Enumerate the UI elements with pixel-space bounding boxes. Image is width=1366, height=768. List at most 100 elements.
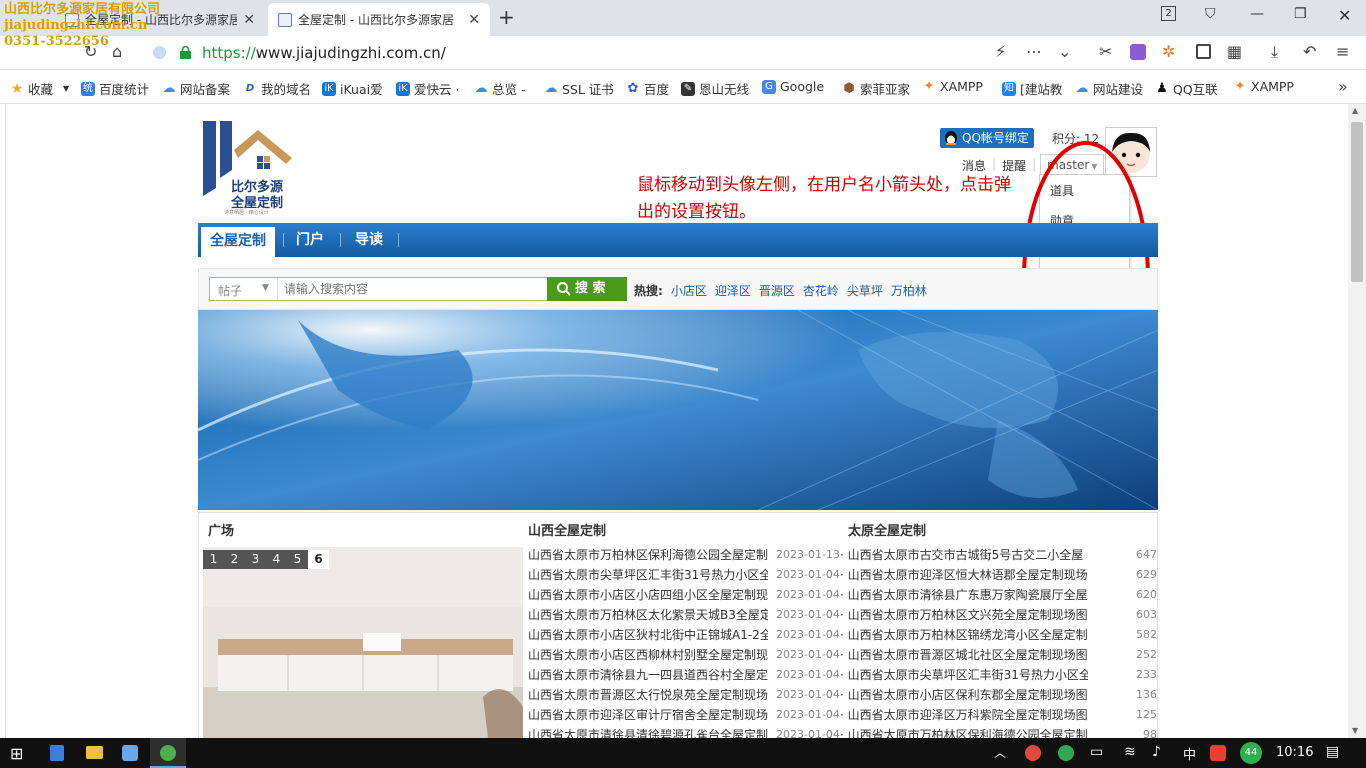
article-title-link[interactable]: 山西省太原市迎泽区审计厅宿舍全屋定制现场 (528, 705, 768, 725)
slideshow[interactable] (203, 547, 523, 738)
volume-icon[interactable]: ♪ (1152, 744, 1161, 760)
search-input[interactable] (277, 278, 545, 300)
username-dropdown-trigger[interactable]: master ▼ (1040, 154, 1105, 174)
site-logo[interactable]: 比尔多源 全屋定制 诗意栖居 · 精心设计 (200, 118, 300, 218)
list-item[interactable]: · 山西省太原市古交市古城街5号古交二小全屋 647 (840, 545, 1157, 565)
article-title-link[interactable]: 山西省太原市古交市古城街5号古交二小全屋 (848, 545, 1088, 565)
user-points[interactable]: 积分: 12 (1052, 130, 1099, 147)
list-item[interactable]: · 山西省太原市万柏林区文兴苑全屋定制现场图 603 (840, 605, 1157, 625)
close-tab-icon[interactable]: ✕ (243, 12, 255, 28)
nav-portal[interactable]: 门户 (296, 223, 324, 257)
bookmark-item[interactable]: ☁ SSL 证书 (544, 79, 614, 98)
chevron-down-icon[interactable]: ⌄ (1058, 42, 1071, 61)
clock[interactable]: 10:16 (1276, 745, 1313, 760)
article-title-link[interactable]: 山西省太原市万柏林区锦绣龙湾小区全屋定制 (848, 625, 1088, 645)
article-title-link[interactable]: 山西省太原市迎泽区万科紫院全屋定制现场图 (848, 705, 1088, 725)
notification-icon[interactable]: ▤ (1326, 744, 1339, 760)
list-item[interactable]: · 山西省太原市清徐县广东惠万家陶瓷展厅全屋 620 (840, 585, 1157, 605)
bookmark-item[interactable]: ✎ 恩山无线 (681, 79, 751, 98)
bookmark-item[interactable]: ✦ XAMPP (1233, 79, 1299, 94)
avatar[interactable] (1105, 127, 1157, 177)
article-title-link[interactable]: 山西省太原市晋源区太行悦泉苑全屋定制现场 (528, 685, 768, 705)
shirt-icon[interactable]: ⛉ (1205, 6, 1216, 22)
bookmark-item[interactable]: 统百度统计 (81, 79, 159, 98)
hot-link[interactable]: 晋源区 (759, 282, 795, 299)
article-title-link[interactable]: 山西省太原市清徐县广东惠万家陶瓷展厅全屋 (848, 585, 1088, 605)
bookmark-item[interactable]: ☁ 网站备案 (162, 79, 231, 98)
bookmark-item[interactable]: ♟ QQ互联 (1155, 79, 1221, 98)
search-button[interactable]: 搜 索 (547, 277, 627, 301)
list-item[interactable]: · 山西省太原市迎泽区万科紫院全屋定制现场图 125 (840, 705, 1157, 725)
tray-app-icon[interactable] (1058, 745, 1074, 761)
article-title-link[interactable]: 山西省太原市迎泽区恒大林语郡全屋定制现场 (848, 565, 1088, 585)
list-item[interactable]: · 山西省太原市尖草坪区汇丰街31号热力小区全 233 (840, 665, 1157, 685)
article-title-link[interactable]: 山西省太原市清徐县九一四县道西谷村全屋定 (528, 665, 768, 685)
bookmark-item[interactable]: iK iKuai爱 (322, 79, 384, 98)
file-explorer-icon[interactable] (86, 746, 103, 759)
wifi-icon[interactable]: ≋ (1124, 744, 1136, 760)
article-title-link[interactable]: 山西省太原市晋源区城北社区全屋定制现场图 (848, 645, 1088, 665)
scroll-down-icon[interactable]: ▼ (1352, 726, 1358, 735)
tab-count-badge[interactable]: 2 (1161, 6, 1176, 21)
tray-app-icon[interactable] (1025, 745, 1041, 761)
extension-icon[interactable]: ✲ (1162, 42, 1175, 61)
menu-icon[interactable]: ≡ (1336, 42, 1349, 61)
bookmark-item[interactable]: ✿ 百度 (626, 79, 672, 98)
notepad-icon[interactable] (50, 745, 64, 761)
minimize-icon[interactable]: — (1250, 6, 1264, 22)
list-item[interactable]: 山西省太原市迎泽区审计厅宿舍全屋定制现场 2023-01-04 (528, 705, 842, 725)
sogou-icon[interactable] (1210, 745, 1226, 761)
tray-badge[interactable]: 44 (1240, 742, 1262, 764)
apps-grid-icon[interactable]: ▦ (1227, 42, 1242, 61)
list-item[interactable]: 山西省太原市小店区西柳林村别墅全屋定制现 2023-01-04 (528, 645, 842, 665)
bookmark-item[interactable]: ☁ 网站建设 (1075, 79, 1144, 98)
hot-link[interactable]: 万柏林 (891, 282, 927, 299)
article-title-link[interactable]: 山西省太原市小店区小店四组小区全屋定制现 (528, 585, 768, 605)
more-bookmarks-icon[interactable]: » (1338, 77, 1348, 96)
slide-page-button[interactable]: 4 (266, 550, 287, 569)
battery-icon[interactable]: ▭ (1090, 744, 1103, 760)
slide-page-button[interactable]: 1 (203, 550, 224, 569)
app-icon[interactable] (122, 745, 138, 761)
nav-guide[interactable]: 导读 (355, 223, 383, 257)
caret-down-icon[interactable]: ▼ (262, 283, 269, 293)
list-item[interactable]: · 山西省太原市万柏林区锦绣龙湾小区全屋定制 582 (840, 625, 1157, 645)
hot-link[interactable]: 尖草坪 (847, 282, 883, 299)
lightning-icon[interactable]: ⚡ (995, 42, 1006, 61)
bookmark-item[interactable]: ☁ 总览 - (474, 79, 532, 98)
article-title-link[interactable]: 山西省太原市万柏林区文兴苑全屋定制现场图 (848, 605, 1088, 625)
list-item[interactable]: 山西省太原市清徐县九一四县道西谷村全屋定 2023-01-04 (528, 665, 842, 685)
article-title-link[interactable]: 山西省太原市尖草坪区汇丰街31号热力小区全 (528, 565, 768, 585)
hot-link[interactable]: 迎泽区 (715, 282, 751, 299)
more-icon[interactable]: ⋯ (1026, 42, 1042, 61)
article-title-link[interactable]: 山西省太原市小店区保利东郡全屋定制现场图 (848, 685, 1088, 705)
scissors-icon[interactable]: ✂ (1099, 42, 1112, 61)
hot-link[interactable]: 小店区 (671, 282, 707, 299)
slide-page-button[interactable]: 5 (287, 550, 308, 569)
nav-custom-furniture[interactable]: 全屋定制 (201, 227, 275, 257)
qq-bind-button[interactable]: QQ帐号绑定 (940, 128, 1034, 148)
list-item[interactable]: 山西省太原市晋源区太行悦泉苑全屋定制现场 2023-01-04 (528, 685, 842, 705)
list-item[interactable]: 山西省太原市小店区小店四组小区全屋定制现 2023-01-04 (528, 585, 842, 605)
windows-start-icon[interactable]: ⊞ (10, 744, 23, 763)
slide-page-button[interactable]: 2 (224, 550, 245, 569)
bookmark-item[interactable]: D 我的域名 (243, 79, 311, 98)
reader-icon[interactable] (1196, 44, 1211, 59)
bookmark-item[interactable]: ★ 收藏 ▼ (10, 79, 80, 98)
bookmark-item[interactable]: ⬢ 索菲亚家 (842, 79, 910, 98)
undo-icon[interactable]: ↶ (1303, 42, 1316, 61)
list-item[interactable]: 山西省太原市尖草坪区汇丰街31号热力小区全 2023-01-04 (528, 565, 842, 585)
list-item[interactable]: · 山西省太原市晋源区城北社区全屋定制现场图 252 (840, 645, 1157, 665)
list-item[interactable]: · 山西省太原市迎泽区恒大林语郡全屋定制现场 629 (840, 565, 1157, 585)
restore-icon[interactable]: ❐ (1294, 6, 1307, 22)
bookmark-item[interactable]: iK 爱快云 · (396, 79, 460, 98)
bookmark-item[interactable]: ✦ XAMPP (922, 79, 988, 94)
close-tab-icon[interactable]: ✕ (468, 12, 480, 28)
hot-link[interactable]: 杏花岭 (803, 282, 839, 299)
search-type-select[interactable]: 帖子 (218, 282, 242, 299)
article-title-link[interactable]: 山西省太原市小店区狄村北街中正锦城A1-2全 (528, 625, 768, 645)
translate-icon[interactable] (1130, 44, 1146, 60)
chevron-up-icon[interactable]: ︿ (994, 744, 1006, 761)
new-tab-icon[interactable]: + (498, 5, 515, 29)
close-window-icon[interactable]: ✕ (1338, 6, 1351, 25)
